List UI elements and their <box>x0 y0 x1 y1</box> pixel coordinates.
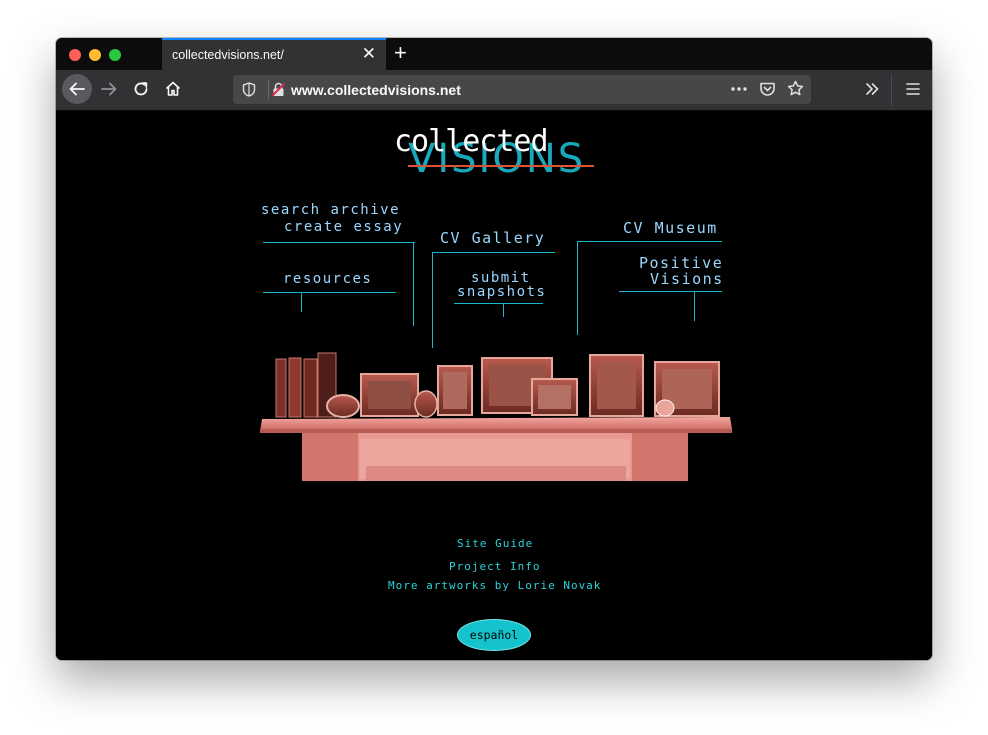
url-text[interactable]: www.collectedvisions.net <box>291 82 461 98</box>
toolbar-divider <box>891 74 892 106</box>
mantel-image <box>260 352 732 481</box>
overflow-menu-button[interactable] <box>858 75 886 103</box>
pocket-icon[interactable] <box>759 81 776 97</box>
positive-visions-line2[interactable]: Visions <box>650 271 724 288</box>
oval-frame <box>326 394 360 418</box>
snapshots-underline <box>454 303 543 304</box>
bookmark-star-icon[interactable] <box>787 80 804 97</box>
home-icon <box>165 81 181 96</box>
browser-tab[interactable]: collectedvisions.net/ ✕ <box>162 38 386 70</box>
forward-button[interactable] <box>95 75 123 103</box>
heart-frame <box>655 399 675 417</box>
book-spine <box>303 358 318 418</box>
resources-link[interactable]: resources <box>283 271 372 288</box>
project-info-link[interactable]: Project Info <box>449 560 540 573</box>
arrow-left-icon <box>69 82 85 96</box>
home-button[interactable] <box>159 75 187 103</box>
reload-icon <box>134 82 148 96</box>
search-archive-link[interactable]: search archive <box>261 202 400 219</box>
arrow-right-icon <box>101 82 117 96</box>
site-logo[interactable]: VISIONS collected <box>392 121 602 181</box>
page-content: VISIONS collected search archive create … <box>56 111 932 660</box>
site-guide-link[interactable]: Site Guide <box>457 537 533 550</box>
close-tab-icon[interactable]: ✕ <box>362 45 376 63</box>
logo-collected-text: collected <box>394 124 549 159</box>
submit-snapshots-line2[interactable]: snapshots <box>457 284 546 301</box>
reload-button[interactable] <box>127 75 155 103</box>
back-button[interactable] <box>62 74 92 104</box>
book-spine <box>275 358 287 418</box>
zoom-window-button[interactable] <box>109 49 121 61</box>
logo-visions-overlay <box>408 165 594 167</box>
more-artworks-link[interactable]: More artworks by Lorie Novak <box>388 579 601 592</box>
hamburger-menu-icon <box>906 83 920 95</box>
more-actions-icon[interactable] <box>731 87 747 91</box>
browser-window: collectedvisions.net/ ✕ + www.collectedv… <box>56 38 932 660</box>
espanol-button[interactable]: español <box>457 619 531 651</box>
resources-underline <box>263 292 396 293</box>
cv-gallery-link[interactable]: CV Gallery <box>440 230 545 247</box>
oval-frame <box>414 390 438 418</box>
url-bar[interactable]: www.collectedvisions.net <box>233 75 811 104</box>
book-spine <box>288 357 302 418</box>
minimize-window-button[interactable] <box>89 49 101 61</box>
chevron-double-right-icon <box>866 83 879 95</box>
positive-underline <box>619 291 722 292</box>
archive-underline <box>263 242 415 243</box>
create-essay-link[interactable]: create essay <box>284 219 403 236</box>
gallery-underline <box>432 252 555 253</box>
nav-toolbar: www.collectedvisions.net <box>56 70 932 111</box>
cv-museum-link[interactable]: CV Museum <box>623 220 718 237</box>
tab-title: collectedvisions.net/ <box>172 48 284 62</box>
url-separator <box>268 80 269 99</box>
insecure-lock-icon[interactable] <box>271 82 286 97</box>
museum-underline <box>577 241 722 242</box>
new-tab-button[interactable]: + <box>394 41 407 65</box>
resources-connector <box>301 292 302 312</box>
app-menu-button[interactable] <box>899 75 927 103</box>
shield-icon[interactable] <box>242 82 256 97</box>
close-window-button[interactable] <box>69 49 81 61</box>
espanol-label: español <box>469 628 519 642</box>
tab-bar: collectedvisions.net/ ✕ + <box>56 38 932 70</box>
